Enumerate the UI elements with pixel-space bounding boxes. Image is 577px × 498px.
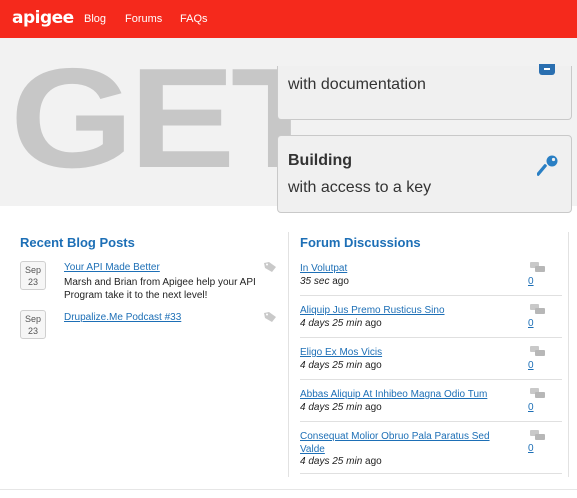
time-value: 4 days 25 min [300,402,363,413]
comments-icon [530,262,545,272]
nav-link-faqs[interactable]: FAQs [180,13,208,26]
forum-thread-time: 35 sec ago [300,276,349,287]
comments-icon [530,304,545,314]
forum-reply-count[interactable]: 0 [528,443,534,454]
hero-card-subtitle: with documentation [288,76,426,93]
forum-reply-count[interactable]: 0 [528,402,534,413]
time-suffix: ago [365,456,382,467]
forum-reply-count[interactable]: 0 [528,318,534,329]
blog-post-excerpt: Marsh and Brian from Apigee help your AP… [64,277,256,301]
time-suffix: ago [365,318,382,329]
forum-thread-time: 4 days 25 min ago [300,456,382,467]
forum-thread-title-link[interactable]: Eligo Ex Mos Vicis [300,346,515,359]
hero-card-subtitle: with access to a key [288,179,432,196]
forum-reply-count[interactable]: 0 [528,360,534,371]
forum-thread-title-link[interactable]: Aliquip Jus Premo Rusticus Sino [300,304,515,317]
hero-banner: GET with documentation Building with acc… [0,38,577,213]
post-date-badge: Sep 23 [20,310,46,339]
hero-card-documentation[interactable]: with documentation [277,64,572,120]
key-icon [537,155,558,176]
comments-icon [530,346,545,356]
nav-link-blog[interactable]: Blog [84,13,106,26]
post-date-month: Sep [24,265,41,275]
blog-post-title-link[interactable]: Drupalize.Me Podcast #33 [64,312,181,323]
time-suffix: ago [332,276,349,287]
forum-thread-time: 4 days 25 min ago [300,318,382,329]
apigee-logo[interactable]: apigee [12,8,74,28]
recent-blog-posts-heading: Recent Blog Posts [20,235,135,250]
forum-thread-row: In Volutpat 35 sec ago 0 [300,262,562,296]
time-suffix: ago [365,402,382,413]
hero-card-building[interactable]: Building with access to a key [277,135,572,213]
top-navigation-bar: apigee Blog Forums FAQs [0,0,577,38]
forum-thread-title-link[interactable]: Consequat Molior Obruo Pala Paratus Sed … [300,430,515,456]
forum-thread-row: Eligo Ex Mos Vicis 4 days 25 min ago 0 [300,346,562,380]
time-suffix: ago [365,360,382,371]
time-value: 4 days 25 min [300,360,363,371]
time-value: 4 days 25 min [300,456,363,467]
forum-thread-time: 4 days 25 min ago [300,402,382,413]
comments-icon [530,430,545,440]
page-bottom-divider [0,489,577,490]
time-value: 4 days 25 min [300,318,363,329]
forum-thread-row: Consequat Molior Obruo Pala Paratus Sed … [300,430,562,474]
document-icon [539,64,555,75]
time-value: 35 sec [300,276,330,287]
comments-icon [530,388,545,398]
forum-thread-title-link[interactable]: Abbas Aliquip At Inhibeo Magna Odio Tum [300,388,515,401]
forum-discussions-heading: Forum Discussions [300,235,421,250]
forum-thread-title-link[interactable]: In Volutpat [300,262,515,275]
post-date-month: Sep [24,314,41,324]
hero-card-title: Building [288,152,352,169]
blog-post-title-link[interactable]: Your API Made Better [64,262,160,273]
forum-thread-row: Aliquip Jus Premo Rusticus Sino 4 days 2… [300,304,562,338]
forum-reply-count[interactable]: 0 [528,276,534,287]
post-date-day: 23 [27,326,38,336]
nav-link-forums[interactable]: Forums [125,13,162,26]
forum-thread-row: Abbas Aliquip At Inhibeo Magna Odio Tum … [300,388,562,422]
tag-icon[interactable] [264,312,276,322]
post-date-badge: Sep 23 [20,261,46,290]
column-divider [568,232,569,477]
forum-thread-time: 4 days 25 min ago [300,360,382,371]
post-date-day: 23 [27,277,38,287]
tag-icon[interactable] [264,262,276,272]
column-divider [288,232,289,477]
